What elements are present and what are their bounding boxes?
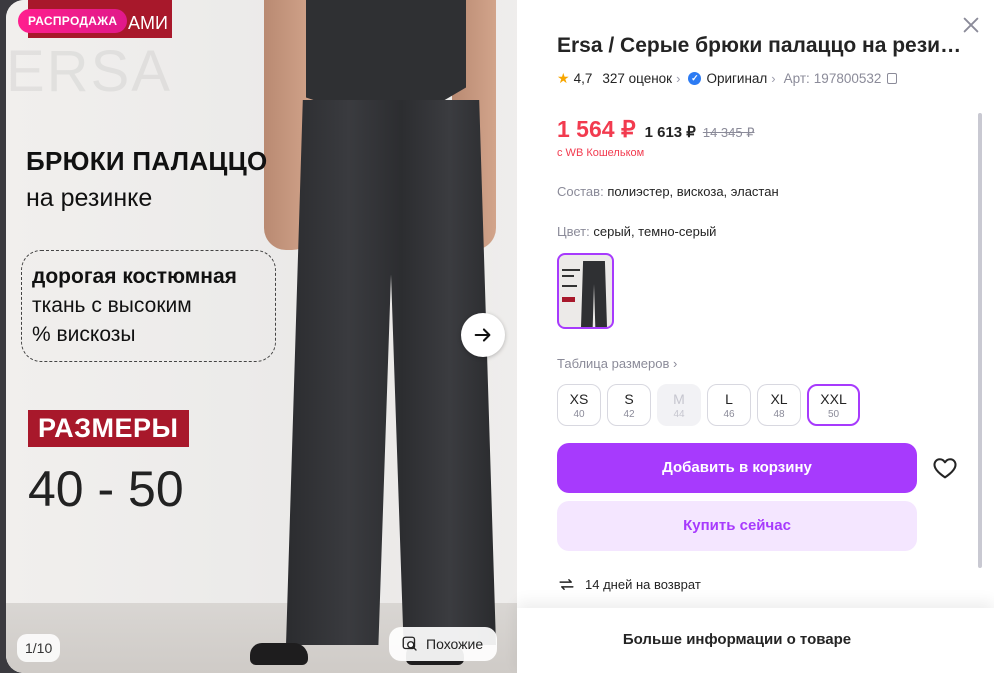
bottom-bar: Больше информации о товаре [517, 608, 994, 673]
returns-info[interactable]: 14 дней на возврат [557, 575, 701, 594]
product-info-panel: Ersa / Серые брюки палаццо на резинке ★ … [517, 0, 994, 673]
color-variant-thumbnail[interactable] [557, 253, 614, 329]
size-table-link[interactable]: Таблица размеров › [557, 356, 677, 371]
chevron-right-icon: › [771, 71, 776, 86]
brand-watermark: ERSA [6, 39, 172, 104]
thumb-pants [581, 261, 607, 327]
chevron-right-icon: › [673, 356, 678, 371]
star-icon: ★ [557, 70, 570, 86]
image-subheadline: на резинке [26, 184, 153, 212]
size-label: L [725, 391, 733, 407]
size-ru: 48 [773, 409, 785, 420]
size-label: M [673, 391, 685, 407]
image-sizes-range: 40 - 50 [28, 461, 184, 517]
thumb-text-line [562, 285, 577, 287]
price-without-wallet: 1 613 ₽ [644, 124, 696, 141]
copy-icon[interactable] [887, 73, 898, 84]
size-option-m: M 44 [657, 384, 701, 426]
color: Цвет: серый, темно-серый [557, 224, 716, 239]
article-label: Арт: [783, 71, 810, 86]
return-arrows-icon [559, 579, 574, 590]
add-to-cart-button[interactable]: Добавить в корзину [557, 443, 917, 493]
size-label: XS [569, 391, 589, 407]
thumb-text-line [562, 275, 574, 277]
similar-button[interactable]: Похожие [389, 627, 498, 661]
product-title[interactable]: Ersa / Серые брюки палаццо на резинке [557, 34, 967, 58]
more-info-button[interactable]: Больше информации о товаре [517, 608, 957, 671]
size-label: XXL [820, 391, 847, 407]
size-table-label: Таблица размеров [557, 356, 670, 371]
model-shoe-left [250, 643, 308, 665]
panel-scrollbar[interactable] [978, 113, 982, 568]
size-ru: 40 [573, 409, 585, 420]
size-label: XL [770, 391, 788, 407]
search-similar-icon [402, 636, 417, 651]
article-value: 197800532 [813, 71, 882, 86]
size-ru: 50 [827, 409, 840, 420]
composition-label: Состав: [557, 184, 604, 199]
arrow-right-icon [474, 328, 491, 342]
feature-line-3: % вискозы [32, 323, 136, 346]
size-selector: XS 40 S 42 M 44 L 46 XL 48 XXL 50 [557, 384, 860, 426]
sale-badge: РАСПРОДАЖА [18, 9, 128, 33]
price-current: 1 564 ₽ [557, 116, 636, 142]
size-ru: 44 [673, 409, 685, 420]
heart-icon[interactable] [931, 454, 959, 482]
close-icon[interactable] [960, 14, 982, 36]
wallet-note: с WB Кошельком [557, 147, 645, 159]
feature-line-2: ткань с высоким [32, 294, 192, 317]
next-image-button[interactable] [461, 313, 505, 357]
image-sizes-label: РАЗМЕРЫ [28, 410, 189, 447]
size-option-xxl[interactable]: XXL 50 [807, 384, 860, 426]
size-label: S [624, 391, 634, 407]
size-option-xl[interactable]: XL 48 [757, 384, 801, 426]
reviews-link[interactable]: 327 оценок [602, 71, 672, 86]
size-ru: 42 [623, 409, 635, 420]
rating-value: 4,7 [573, 71, 593, 86]
product-modal: ERSA АМИ РАСПРОДАЖА БРЮКИ ПАЛАЦЦО на рез… [6, 0, 994, 673]
color-value: серый, темно-серый [593, 224, 717, 239]
composition: Состав: полиэстер, вискоза, эластан [557, 184, 779, 199]
image-headline: БРЮКИ ПАЛАЦЦО [26, 146, 268, 176]
thumb-text-line [562, 269, 580, 271]
composition-value: полиэстер, вискоза, эластан [607, 184, 779, 199]
returns-label: 14 дней на возврат [585, 577, 701, 592]
size-option-s[interactable]: S 42 [607, 384, 651, 426]
price-old: 14 345 ₽ [702, 125, 755, 140]
price-row: 1 564 ₽ 1 613 ₽ 14 345 ₽ [557, 116, 755, 143]
size-option-l[interactable]: L 46 [707, 384, 751, 426]
thumb-sizes-badge [562, 297, 575, 302]
product-gallery[interactable]: ERSA АМИ РАСПРОДАЖА БРЮКИ ПАЛАЦЦО на рез… [6, 0, 517, 673]
image-counter: 1/10 [17, 634, 61, 662]
size-option-xs[interactable]: XS 40 [557, 384, 601, 426]
size-ru: 46 [723, 409, 735, 420]
buy-now-button[interactable]: Купить сейчас [557, 501, 917, 551]
similar-label: Похожие [426, 636, 484, 652]
product-meta: ★ 4,7 327 оценок › ✓ Оригинал › Арт: 197… [557, 70, 898, 87]
feature-line-1: дорогая костюмная [32, 265, 237, 288]
color-label: Цвет: [557, 224, 590, 239]
verified-icon: ✓ [688, 72, 702, 85]
chevron-right-icon: › [676, 71, 681, 86]
original-label[interactable]: Оригинал [706, 71, 767, 86]
